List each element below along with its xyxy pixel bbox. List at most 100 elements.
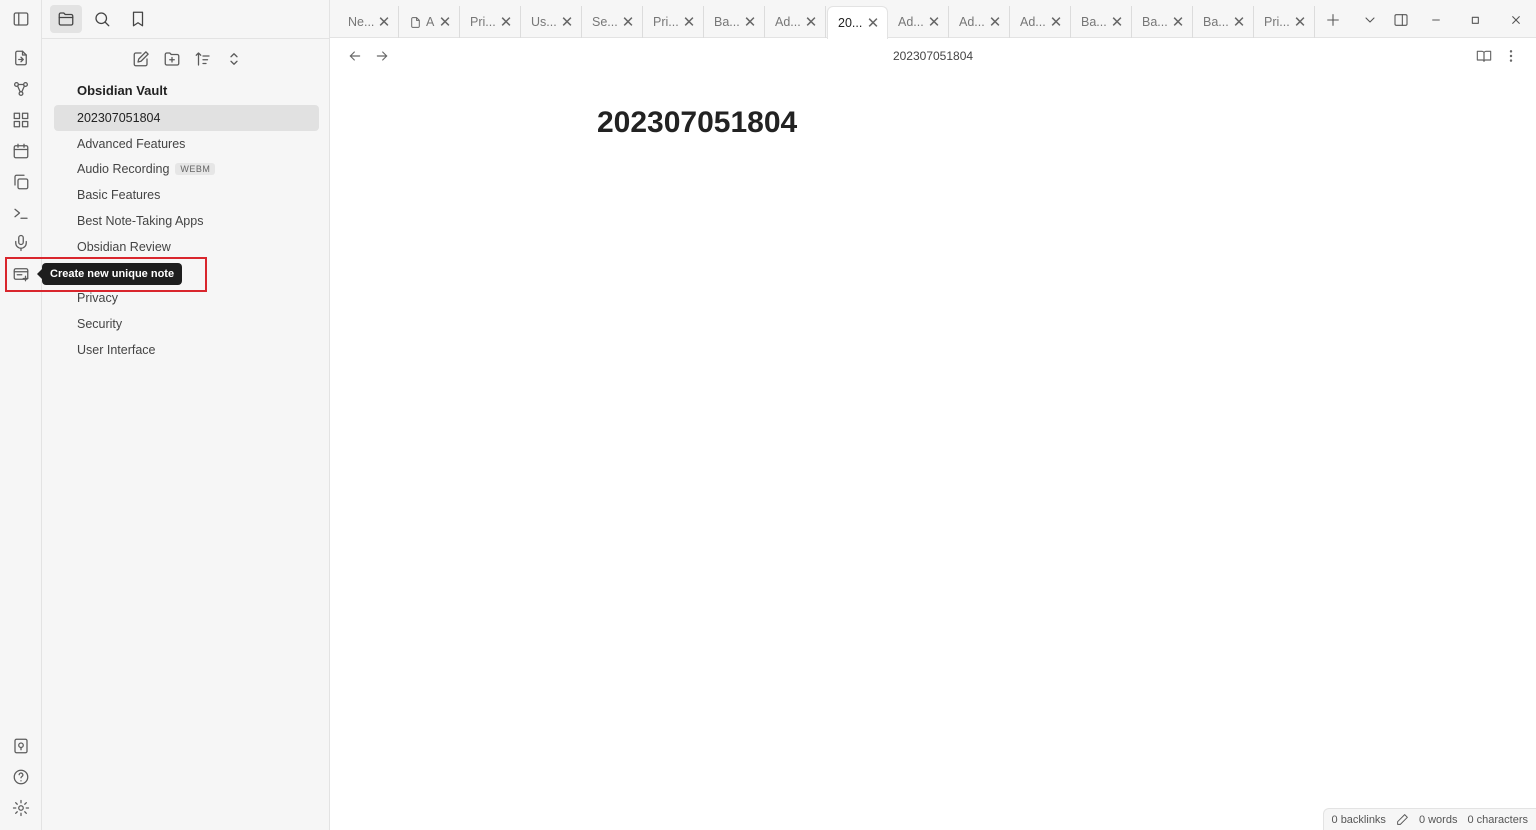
tab[interactable]: A ✕ — [399, 6, 460, 38]
close-icon[interactable]: ✕ — [681, 13, 697, 31]
character-count: 0 characters — [1467, 813, 1528, 826]
audio-recorder-button[interactable] — [6, 229, 36, 257]
tab[interactable]: Pri... ✕ — [1254, 6, 1315, 38]
tab-list-dropdown[interactable] — [1357, 8, 1383, 32]
close-icon[interactable]: ✕ — [1231, 13, 1247, 31]
close-icon[interactable]: ✕ — [987, 13, 1003, 31]
book-open-icon — [1476, 50, 1492, 62]
file-item[interactable]: Best Note-Taking Apps — [54, 208, 319, 234]
close-icon[interactable]: ✕ — [437, 13, 453, 31]
close-icon[interactable]: ✕ — [498, 13, 514, 31]
tab[interactable]: Ad... ✕ — [765, 6, 826, 38]
maximize-button[interactable] — [1462, 8, 1488, 32]
sort-button[interactable] — [188, 46, 217, 72]
file-item[interactable]: Obsidian Review — [54, 234, 319, 260]
file-item[interactable]: Advanced Features — [54, 131, 319, 157]
tab[interactable]: Pri... ✕ — [460, 6, 521, 38]
tab-label: A — [426, 15, 435, 29]
tab-label: Pri... — [470, 15, 496, 29]
backlinks-count[interactable]: 0 backlinks — [1332, 814, 1386, 826]
sidebar-right-icon — [1394, 14, 1408, 26]
close-icon[interactable]: ✕ — [926, 13, 942, 31]
obsidian-app: Obsidian Vault 202307051804 Advanced Fea… — [0, 0, 1536, 830]
command-palette-button[interactable] — [6, 199, 36, 227]
navigate-forward-button[interactable] — [371, 45, 393, 67]
file-item-label: Security — [77, 317, 123, 332]
file-item[interactable]: User Interface — [54, 337, 319, 363]
daily-note-button[interactable] — [6, 137, 36, 165]
folder-plus-icon — [164, 52, 179, 66]
close-icon[interactable]: ✕ — [1170, 13, 1186, 31]
view-header-title[interactable]: 202307051804 — [330, 49, 1536, 63]
tab[interactable]: Pri... ✕ — [643, 6, 704, 38]
tab[interactable]: Ad... ✕ — [888, 6, 949, 38]
graph-view-button[interactable] — [6, 75, 36, 103]
close-icon[interactable]: ✕ — [1292, 13, 1308, 31]
tab-label: Us... — [531, 15, 557, 29]
ribbon — [0, 0, 42, 830]
tab[interactable]: Ne... ✕ — [338, 6, 399, 38]
plus-icon — [1327, 14, 1339, 26]
new-note-button[interactable] — [126, 46, 155, 72]
settings-button[interactable] — [6, 794, 36, 822]
file-item[interactable]: 202307051804 — [54, 105, 319, 131]
close-icon[interactable]: ✕ — [376, 13, 392, 31]
arrow-right-icon — [376, 51, 388, 61]
tab-active[interactable]: 20... ✕ — [827, 6, 888, 39]
file-item-label: Advanced Features — [77, 136, 186, 151]
file-item[interactable]: Audio Recording WEBM — [54, 157, 319, 183]
open-quick-switcher-button[interactable] — [6, 44, 36, 72]
canvas-button[interactable] — [6, 106, 36, 134]
tab[interactable]: Ba... ✕ — [704, 6, 765, 38]
new-tab-button[interactable] — [1320, 8, 1346, 32]
note-title[interactable]: 202307051804 — [597, 106, 797, 140]
tab[interactable]: Ad... ✕ — [949, 6, 1010, 38]
tab[interactable]: Us... ✕ — [521, 6, 582, 38]
tab-search[interactable] — [86, 5, 118, 33]
tab[interactable]: Ba... ✕ — [1071, 6, 1132, 38]
tab-file-explorer[interactable] — [50, 5, 82, 33]
terminal-icon — [14, 208, 28, 219]
close-icon[interactable]: ✕ — [1109, 13, 1125, 31]
tab-label: Se... — [592, 15, 618, 29]
minimize-button[interactable] — [1423, 8, 1449, 32]
close-icon[interactable]: ✕ — [742, 13, 758, 31]
tab[interactable]: Se... ✕ — [582, 6, 643, 38]
new-folder-button[interactable] — [157, 46, 186, 72]
reading-view-button[interactable] — [1473, 45, 1495, 67]
close-icon[interactable]: ✕ — [865, 14, 881, 32]
window-close-button[interactable] — [1503, 8, 1529, 32]
tab-label: Ba... — [714, 15, 740, 29]
vault-icon — [14, 738, 28, 754]
sidebar-divider — [42, 38, 330, 39]
close-icon[interactable]: ✕ — [559, 13, 575, 31]
help-button[interactable] — [6, 763, 36, 791]
tab-bookmarks[interactable] — [122, 5, 154, 33]
more-options-button[interactable] — [1500, 45, 1522, 67]
open-vault-button[interactable] — [6, 732, 36, 760]
tab[interactable]: Ba... ✕ — [1132, 6, 1193, 38]
microphone-icon — [15, 234, 27, 252]
collapse-all-button[interactable] — [219, 46, 248, 72]
file-item-label: Obsidian Review — [77, 239, 171, 254]
file-item[interactable]: Basic Features — [54, 182, 319, 208]
tab-bar: Ne... ✕ A ✕ Pri... ✕ Us... ✕ Se... ✕ Pri... ✕ … — [330, 0, 1536, 39]
pencil-icon[interactable] — [1396, 813, 1409, 826]
close-icon[interactable]: ✕ — [1048, 13, 1064, 31]
close-icon[interactable]: ✕ — [620, 13, 636, 31]
toggle-sidebar-button[interactable] — [6, 5, 36, 33]
close-icon[interactable]: ✕ — [803, 13, 819, 31]
tab[interactable]: Ba... ✕ — [1193, 6, 1254, 38]
arrow-left-icon — [349, 51, 361, 61]
vault-name[interactable]: Obsidian Vault — [77, 83, 167, 98]
templates-button[interactable] — [6, 168, 36, 196]
toggle-right-sidebar-button[interactable] — [1388, 8, 1414, 32]
tab-label: Ba... — [1203, 15, 1229, 29]
tab-label: Pri... — [1264, 15, 1290, 29]
graph-icon — [13, 81, 29, 97]
gear-icon — [12, 799, 30, 817]
tab[interactable]: Ad... ✕ — [1010, 6, 1071, 38]
file-item[interactable]: Security — [54, 311, 319, 337]
navigate-back-button[interactable] — [344, 45, 366, 67]
file-list: 202307051804 Advanced Features Audio Rec… — [54, 105, 319, 363]
